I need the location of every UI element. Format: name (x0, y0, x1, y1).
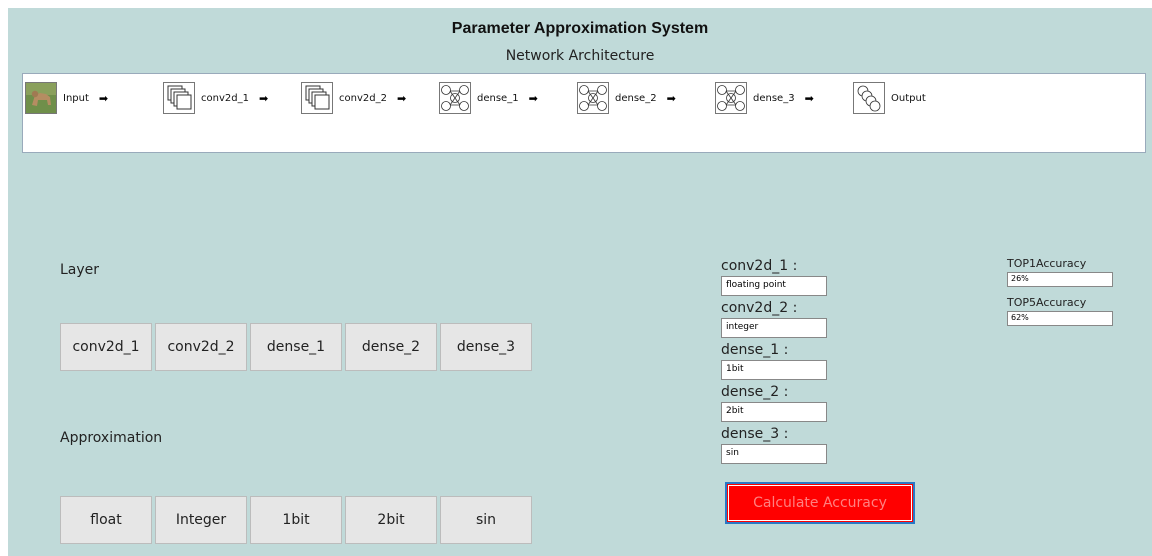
layer-button-dense-2[interactable]: dense_2 (345, 323, 437, 371)
arch-node-label: conv2d_1 (201, 92, 249, 104)
arch-node-label: dense_2 (615, 92, 657, 104)
right-arrow-icon: ➡ (666, 91, 676, 105)
layer-button-dense-1[interactable]: dense_1 (250, 323, 342, 371)
arch-node-label: dense_3 (753, 92, 795, 104)
dog-image-icon (25, 82, 57, 114)
layer-section-label: Layer (60, 262, 100, 278)
right-arrow-icon: ➡ (258, 91, 269, 105)
arch-node-label: Input (63, 92, 89, 104)
layer-button-dense-3[interactable]: dense_3 (440, 323, 532, 371)
page-subtitle: Network Architecture (505, 48, 655, 64)
conv2d-2-setting-label: conv2d_2 : (721, 300, 798, 316)
page-title: Parameter Approximation System (451, 20, 709, 37)
right-arrow-icon: ➡ (804, 91, 814, 105)
layer-button-conv2d-1[interactable]: conv2d_1 (60, 323, 152, 371)
conv2d-1-setting-field[interactable]: floating point (721, 276, 827, 296)
output-circles-icon (853, 82, 885, 114)
approx-button-float[interactable]: float (60, 496, 152, 544)
arch-node-dense-2: dense_2 ➡ (577, 81, 676, 115)
top1-accuracy-label: TOP1Accuracy (1007, 257, 1087, 270)
layer-button-conv2d-2[interactable]: conv2d_2 (155, 323, 247, 371)
conv2d-2-setting-field[interactable]: integer (721, 318, 827, 338)
arch-node-label: dense_1 (477, 92, 519, 104)
dense-1-setting-field[interactable]: 1bit (721, 360, 827, 380)
conv2d-1-setting-label: conv2d_1 : (721, 258, 798, 274)
arch-node-input: Input ➡ (25, 81, 108, 115)
approximation-button-row: float Integer 1bit 2bit sin (60, 496, 540, 546)
right-arrow-icon: ➡ (98, 91, 109, 105)
dense-2-setting-label: dense_2 : (721, 384, 789, 400)
approx-button-2bit[interactable]: 2bit (345, 496, 437, 544)
neural-net-icon (439, 82, 471, 114)
approx-button-integer[interactable]: Integer (155, 496, 247, 544)
arch-node-conv2d-1: conv2d_1 ➡ (163, 81, 268, 115)
arch-node-label: Output (891, 92, 926, 104)
layer-button-row: conv2d_1 conv2d_2 dense_1 dense_2 dense_… (60, 323, 540, 373)
arch-node-dense-3: dense_3 ➡ (715, 81, 814, 115)
top5-accuracy-field[interactable]: 62% (1007, 311, 1113, 326)
right-arrow-icon: ➡ (528, 91, 538, 105)
arch-node-conv2d-2: conv2d_2 ➡ (301, 81, 406, 115)
app-window: Parameter Approximation System Network A… (8, 8, 1152, 556)
dense-1-setting-label: dense_1 : (721, 342, 789, 358)
approx-button-1bit[interactable]: 1bit (250, 496, 342, 544)
stacked-layers-icon (163, 82, 195, 114)
dense-2-setting-field[interactable]: 2bit (721, 402, 827, 422)
top1-accuracy-field[interactable]: 26% (1007, 272, 1113, 287)
right-arrow-icon: ➡ (396, 91, 407, 105)
calculate-accuracy-button[interactable]: Calculate Accuracy (725, 482, 915, 524)
arch-node-label: conv2d_2 (339, 92, 387, 104)
neural-net-icon (577, 82, 609, 114)
network-architecture-panel: Input ➡ conv2d_1 ➡ conv2d_2 ➡ dense_1 ➡ … (22, 73, 1146, 153)
top5-accuracy-label: TOP5Accuracy (1007, 296, 1087, 309)
dense-3-setting-label: dense_3 : (721, 426, 789, 442)
dense-3-setting-field[interactable]: sin (721, 444, 827, 464)
approximation-section-label: Approximation (60, 430, 163, 446)
arch-node-output: Output (853, 81, 926, 115)
approx-button-sin[interactable]: sin (440, 496, 532, 544)
stacked-layers-icon (301, 82, 333, 114)
arch-node-dense-1: dense_1 ➡ (439, 81, 538, 115)
neural-net-icon (715, 82, 747, 114)
